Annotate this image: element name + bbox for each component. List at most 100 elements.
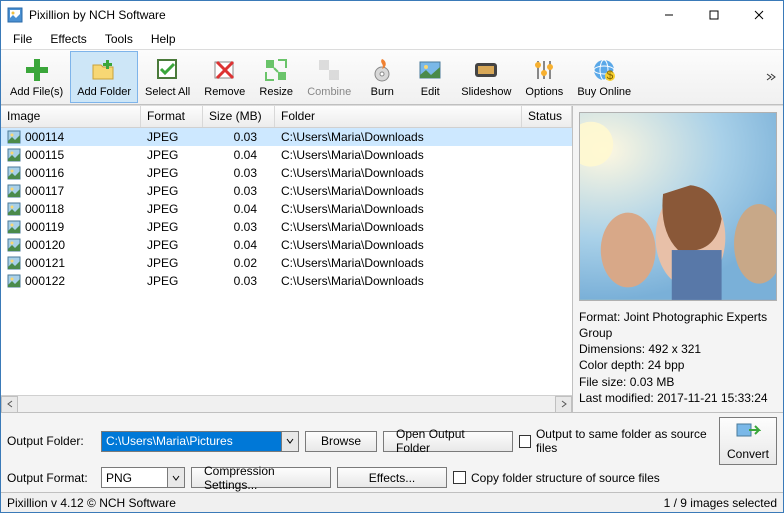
bottom-bar: Output Folder: C:\Users\Maria\Pictures B… — [1, 412, 783, 492]
file-format: JPEG — [141, 274, 203, 288]
status-right: 1 / 9 images selected — [664, 496, 777, 510]
menu-tools[interactable]: Tools — [97, 30, 141, 48]
slideshow-label: Slideshow — [461, 86, 511, 98]
menu-file[interactable]: File — [5, 30, 40, 48]
compression-button[interactable]: Compression Settings... — [191, 467, 331, 488]
chevron-down-icon[interactable] — [281, 432, 298, 451]
table-row[interactable]: 000119JPEG0.03C:\Users\Maria\Downloads — [1, 218, 572, 236]
image-metadata: Format: Joint Photographic Experts Group… — [579, 301, 777, 406]
file-folder: C:\Users\Maria\Downloads — [275, 238, 572, 252]
table-row[interactable]: 000121JPEG0.02C:\Users\Maria\Downloads — [1, 254, 572, 272]
select-all-label: Select All — [145, 86, 190, 98]
folder-plus-icon — [90, 56, 118, 84]
checkbox-icon — [453, 471, 466, 484]
output-folder-label: Output Folder: — [7, 434, 95, 448]
remove-button[interactable]: Remove — [197, 51, 252, 103]
scroll-track[interactable] — [18, 396, 555, 413]
file-name: 000114 — [25, 130, 64, 144]
col-image[interactable]: Image — [1, 106, 141, 127]
preview-pane: Format: Joint Photographic Experts Group… — [573, 106, 783, 412]
plus-icon — [23, 56, 51, 84]
combine-button[interactable]: Combine — [300, 51, 358, 103]
edit-button[interactable]: Edit — [406, 51, 454, 103]
menu-help[interactable]: Help — [143, 30, 184, 48]
slideshow-button[interactable]: Slideshow — [454, 51, 518, 103]
svg-text:$: $ — [607, 68, 614, 82]
effects-button[interactable]: Effects... — [337, 467, 447, 488]
list-header: Image Format Size (MB) Folder Status — [1, 106, 572, 128]
buy-icon: $ — [590, 56, 618, 84]
output-folder-combo[interactable]: C:\Users\Maria\Pictures — [101, 431, 299, 452]
scroll-right-icon[interactable] — [555, 396, 572, 413]
open-output-button[interactable]: Open Output Folder — [383, 431, 513, 452]
table-row[interactable]: 000114JPEG0.03C:\Users\Maria\Downloads — [1, 128, 572, 146]
resize-label: Resize — [259, 86, 293, 98]
remove-label: Remove — [204, 86, 245, 98]
file-name: 000122 — [25, 274, 65, 288]
copy-structure-checkbox[interactable]: Copy folder structure of source files — [453, 471, 713, 485]
remove-icon — [211, 56, 239, 84]
table-row[interactable]: 000117 JPEG0.03C:\Users\Maria\Downloads — [1, 182, 572, 200]
minimize-button[interactable] — [646, 1, 691, 29]
combine-label: Combine — [307, 86, 351, 98]
chevron-down-icon[interactable] — [167, 468, 184, 487]
table-row[interactable]: 000122 JPEG0.03C:\Users\Maria\Downloads — [1, 272, 572, 290]
app-icon — [7, 7, 23, 23]
scroll-left-icon[interactable] — [1, 396, 18, 413]
maximize-button[interactable] — [691, 1, 736, 29]
file-list[interactable]: 000114JPEG0.03C:\Users\Maria\Downloads00… — [1, 128, 572, 395]
meta-modified-value: 2017-11-21 15:33:24 — [657, 391, 768, 405]
meta-format-label: Format: — [579, 310, 620, 324]
output-format-combo[interactable]: PNG — [101, 467, 185, 488]
file-folder: C:\Users\Maria\Downloads — [275, 274, 572, 288]
table-row[interactable]: 000115JPEG0.04C:\Users\Maria\Downloads — [1, 146, 572, 164]
resize-button[interactable]: Resize — [252, 51, 300, 103]
titlebar: Pixillion by NCH Software — [1, 1, 783, 29]
copy-structure-label: Copy folder structure of source files — [471, 471, 660, 485]
meta-depth-value: 24 bpp — [648, 358, 685, 372]
status-left: Pixillion v 4.12 © NCH Software — [7, 496, 664, 510]
file-format: JPEG — [141, 184, 203, 198]
browse-button[interactable]: Browse — [305, 431, 377, 452]
file-folder: C:\Users\Maria\Downloads — [275, 256, 572, 270]
meta-depth-label: Color depth: — [579, 358, 644, 372]
meta-modified-label: Last modified: — [579, 391, 654, 405]
convert-label: Convert — [727, 447, 769, 461]
close-button[interactable] — [736, 1, 781, 29]
buy-online-button[interactable]: $ Buy Online — [570, 51, 638, 103]
horizontal-scrollbar[interactable] — [1, 395, 572, 412]
same-folder-checkbox[interactable]: Output to same folder as source files — [519, 427, 713, 455]
file-size: 0.03 — [203, 274, 275, 288]
table-row[interactable]: 000120JPEG0.04C:\Users\Maria\Downloads — [1, 236, 572, 254]
same-folder-label: Output to same folder as source files — [536, 427, 713, 455]
options-button[interactable]: Options — [518, 51, 570, 103]
file-size: 0.04 — [203, 202, 275, 216]
col-folder[interactable]: Folder — [275, 106, 522, 127]
file-size: 0.03 — [203, 220, 275, 234]
add-files-button[interactable]: Add File(s) — [3, 51, 70, 103]
col-size[interactable]: Size (MB) — [203, 106, 275, 127]
toolbar-overflow[interactable] — [761, 71, 781, 83]
meta-filesize-label: File size: — [579, 375, 626, 389]
select-all-button[interactable]: Select All — [138, 51, 197, 103]
file-size: 0.03 — [203, 130, 275, 144]
file-size: 0.03 — [203, 184, 275, 198]
combine-icon — [315, 56, 343, 84]
file-format: JPEG — [141, 166, 203, 180]
add-folder-button[interactable]: Add Folder — [70, 51, 138, 103]
meta-dimensions-value: 492 x 321 — [648, 342, 701, 356]
edit-label: Edit — [421, 86, 440, 98]
table-row[interactable]: 000118JPEG0.04C:\Users\Maria\Downloads — [1, 200, 572, 218]
menu-effects[interactable]: Effects — [42, 30, 94, 48]
file-name: 000116 — [25, 166, 64, 180]
table-row[interactable]: 000116JPEG0.03C:\Users\Maria\Downloads — [1, 164, 572, 182]
col-status[interactable]: Status — [522, 106, 572, 127]
burn-button[interactable]: Burn — [358, 51, 406, 103]
file-name: 000121 — [25, 256, 65, 270]
file-folder: C:\Users\Maria\Downloads — [275, 220, 572, 234]
file-name: 000117 — [25, 184, 64, 198]
file-folder: C:\Users\Maria\Downloads — [275, 184, 572, 198]
convert-button[interactable]: Convert — [719, 417, 777, 465]
slideshow-icon — [472, 56, 500, 84]
col-format[interactable]: Format — [141, 106, 203, 127]
